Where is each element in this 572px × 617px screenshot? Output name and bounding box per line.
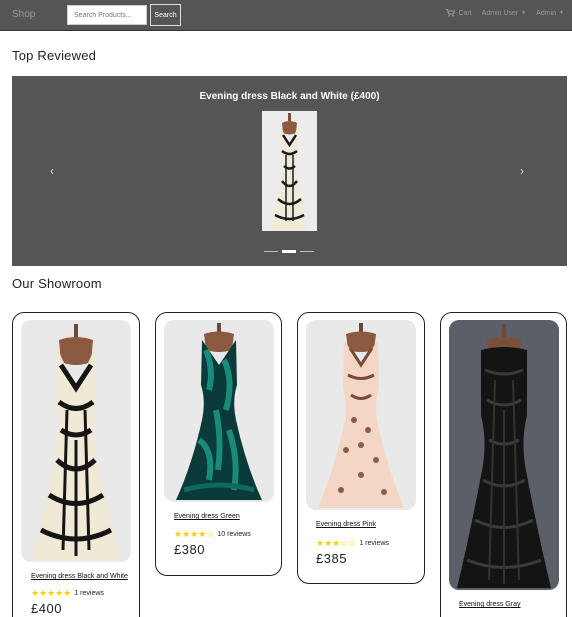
product-rating: ★★★★☆ 10 reviews — [174, 529, 251, 540]
cart-label: Cart — [458, 9, 472, 17]
chevron-left-icon[interactable]: ‹ — [50, 164, 54, 178]
product-rating: ★★★☆☆ 1 reviews — [316, 538, 389, 549]
caret-down-icon: ▼ — [559, 10, 564, 16]
star-rating-icon: ★★★★☆ — [174, 529, 215, 539]
carousel-indicator[interactable] — [300, 251, 314, 252]
showroom-title: Our Showroom — [12, 276, 102, 291]
top-reviewed-carousel: Evening dress Black and White (£400) ‹ › — [12, 76, 567, 266]
search-input[interactable] — [67, 5, 147, 25]
product-rating: ★★★★★ 1 reviews — [31, 588, 104, 599]
navbar: Shop Search Cart Admin User ▼ Admin ▼ — [0, 0, 572, 31]
carousel-indicators — [264, 250, 314, 253]
admin-user-label: Admin User — [481, 9, 519, 17]
product-image[interactable] — [306, 320, 416, 510]
admin-user-dropdown[interactable]: Admin User ▼ — [482, 10, 527, 17]
product-card[interactable]: Evening dress Pink ★★★☆☆ 1 reviews £385 — [297, 312, 425, 584]
review-count: 1 reviews — [359, 540, 389, 547]
product-name-link[interactable]: Evening dress Gray — [459, 601, 520, 608]
review-count: 10 reviews — [217, 531, 251, 538]
shopping-cart-icon — [446, 9, 456, 17]
product-name-link[interactable]: Evening dress Pink — [316, 521, 376, 528]
product-price: £385 — [316, 551, 347, 566]
carousel-product-image[interactable] — [262, 111, 317, 231]
nav-right: Cart Admin User ▼ Admin ▼ — [446, 9, 564, 17]
carousel-indicator-active[interactable] — [282, 250, 296, 253]
product-card[interactable]: Evening dress Gray — [440, 312, 567, 617]
brand-link[interactable]: Shop — [12, 9, 35, 20]
product-image[interactable] — [449, 320, 559, 590]
product-image[interactable] — [164, 320, 274, 502]
carousel-caption: Evening dress Black and White (£400) — [199, 91, 380, 102]
cart-link[interactable]: Cart — [446, 9, 472, 17]
product-name-link[interactable]: Evening dress Black and White — [31, 573, 128, 580]
star-rating-icon: ★★★★★ — [31, 588, 72, 598]
caret-down-icon: ▼ — [521, 10, 527, 16]
product-card[interactable]: Evening dress Green ★★★★☆ 10 reviews £38… — [155, 312, 282, 576]
search-button[interactable]: Search — [150, 4, 181, 26]
product-card[interactable]: Evening dress Black and White ★★★★★ 1 re… — [12, 312, 140, 617]
product-name-link[interactable]: Evening dress Green — [174, 513, 240, 520]
carousel-indicator[interactable] — [264, 251, 278, 252]
top-reviewed-title: Top Reviewed — [12, 48, 97, 63]
review-count: 1 reviews — [74, 590, 104, 597]
product-price: £400 — [31, 601, 62, 616]
product-image[interactable] — [21, 320, 131, 562]
admin-dropdown[interactable]: Admin ▼ — [536, 10, 564, 17]
star-rating-icon: ★★★☆☆ — [316, 538, 357, 548]
product-price: £380 — [174, 542, 205, 557]
chevron-right-icon[interactable]: › — [520, 164, 524, 178]
admin-label: Admin — [536, 9, 557, 17]
